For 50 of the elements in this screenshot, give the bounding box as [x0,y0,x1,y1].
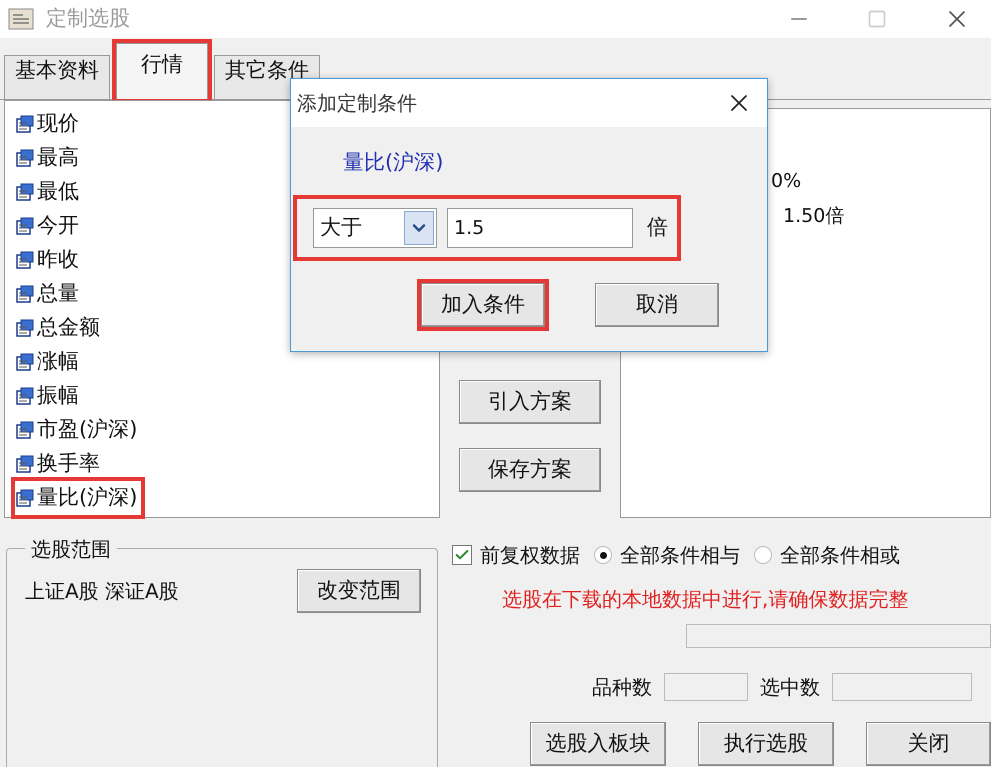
document-icon [15,352,35,372]
document-icon [15,216,35,236]
operator-dropdown[interactable]: 大于 [313,208,437,248]
notice-text: 选股在下载的本地数据中进行,请确保数据完整 [502,586,910,613]
condition-text: 1.50倍 [783,204,846,228]
list-item[interactable]: 量比(沪深) [15,481,142,515]
list-item[interactable]: 振幅 [15,379,83,413]
list-item[interactable]: 昨收 [15,243,83,277]
document-icon [15,182,35,202]
condition-text: 0% [771,169,802,194]
list-item[interactable]: 换手率 [15,447,104,481]
document-icon [15,488,35,508]
list-item[interactable]: 今开 [15,209,83,243]
radio-label: 全部条件相与 [620,542,740,569]
document-icon [15,284,35,304]
button[interactable]: 关闭 [866,722,991,766]
button[interactable]: 取消 [595,282,719,326]
button[interactable]: 引入方案 [459,380,601,424]
document-icon [15,148,35,168]
list-item[interactable]: 现价 [15,107,83,141]
value-field[interactable]: 1.5 [447,208,633,248]
document-icon [15,420,35,440]
checkbox[interactable] [452,545,472,565]
radio-label: 全部条件相或 [780,542,900,569]
unit-label: 倍 [647,214,668,241]
tab[interactable]: 基本资料 [4,55,110,99]
list-item[interactable]: 最高 [15,141,83,175]
checkbox-label: 前复权数据 [480,542,580,569]
document-icon [15,318,35,338]
list-item[interactable]: 涨幅 [15,345,83,379]
document-icon [15,250,35,270]
button[interactable]: 改变范围 [297,569,421,613]
radio-button[interactable] [754,546,772,564]
window-icon [8,8,34,30]
count-label: 选中数 [760,674,820,701]
indicator-name: 量比(沪深) [343,150,444,174]
list-item[interactable]: 市盈(沪深) [15,413,142,447]
list-item[interactable]: 最低 [15,175,83,209]
market-text: 上证A股 深证A股 [25,578,179,605]
button[interactable]: 选股入板块 [530,722,666,766]
radio-button[interactable] [594,546,612,564]
count-label: 品种数 [592,674,652,701]
list-item[interactable]: 总量 [15,277,83,311]
document-icon [15,454,35,474]
list-item[interactable]: 总金额 [15,311,104,345]
button[interactable]: 保存方案 [459,448,601,492]
window-title: 定制选股 [46,5,130,32]
document-icon [15,114,35,134]
document-icon [15,386,35,406]
button[interactable]: 执行选股 [698,722,834,766]
